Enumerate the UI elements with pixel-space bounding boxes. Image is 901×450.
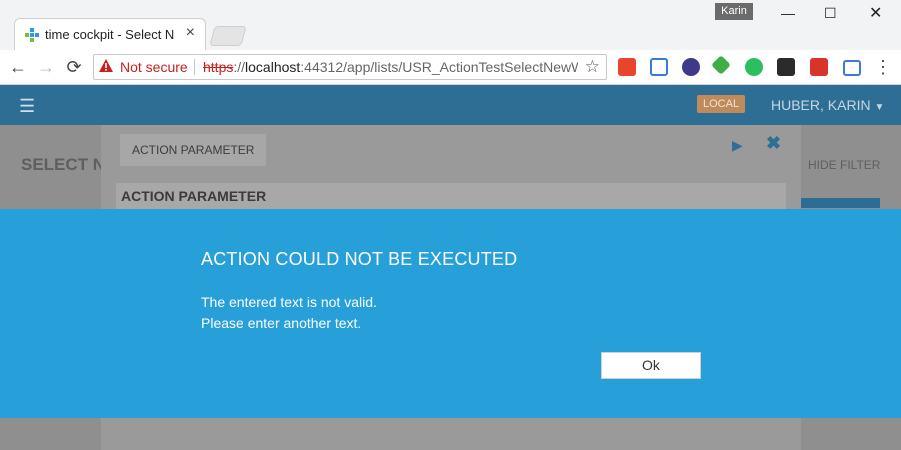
modal-message: The entered text is not valid. Please en… <box>201 292 377 334</box>
new-tab-button[interactable] <box>209 26 247 46</box>
app-header: ☰ LOCAL HUBER, KARIN ▼ <box>0 85 901 125</box>
tampermonkey-extension-icon[interactable] <box>777 58 795 76</box>
url-text[interactable]: https://localhost:44312/app/lists/USR_Ac… <box>203 59 578 75</box>
night-mode-extension-icon[interactable] <box>682 58 700 76</box>
ok-button[interactable]: Ok <box>601 352 701 379</box>
close-window-icon[interactable]: ✕ <box>869 3 882 23</box>
hamburger-menu-icon[interactable]: ☰ <box>19 96 35 117</box>
security-label[interactable]: Not secure <box>120 59 188 75</box>
user-menu[interactable]: HUBER, KARIN ▼ <box>771 97 884 113</box>
evernote-extension-icon[interactable] <box>745 58 763 76</box>
url-separator: :// <box>233 59 246 75</box>
omnibox-divider <box>194 59 195 75</box>
bookmark-star-icon[interactable]: ☆ <box>585 57 600 77</box>
error-modal: ACTION COULD NOT BE EXECUTED The entered… <box>0 209 901 418</box>
profile-badge[interactable]: Karin <box>715 3 753 20</box>
warning-icon <box>99 59 113 72</box>
feedly-extension-icon[interactable] <box>711 55 731 75</box>
section-header: ACTION PARAMETER <box>116 183 786 210</box>
dialog-tab[interactable]: ACTION PARAMETER <box>120 134 267 166</box>
todoist-extension-icon[interactable] <box>810 58 828 76</box>
url-path: :44312/app/lists/USR_ActionTestSelectNew… <box>300 59 578 75</box>
modal-message-line-1: The entered text is not valid. <box>201 294 377 310</box>
run-icon[interactable]: ▶ <box>732 137 743 154</box>
bookmark-extension-icon[interactable] <box>650 58 668 76</box>
modal-message-line-2: Please enter another text. <box>201 315 362 331</box>
close-tab-icon[interactable]: × <box>186 24 195 42</box>
close-dialog-icon[interactable]: ✖ <box>766 133 781 154</box>
back-icon[interactable]: ← <box>7 56 29 78</box>
tab-title: time cockpit - Select Nev <box>45 27 175 42</box>
forward-icon[interactable]: → <box>35 56 57 78</box>
browser-tabstrip: time cockpit - Select Nev × Karin — ☐ ✕ <box>0 0 901 51</box>
url-host: localhost <box>245 59 301 75</box>
filter-action-button[interactable] <box>801 198 880 208</box>
screenshot-extension-icon[interactable] <box>843 60 861 76</box>
minimize-icon[interactable]: — <box>781 5 795 21</box>
browser-tab[interactable]: time cockpit - Select Nev × <box>14 18 206 50</box>
address-bar[interactable]: Not secure https://localhost:44312/app/l… <box>93 54 607 80</box>
modal-title: ACTION COULD NOT BE EXECUTED <box>201 249 518 269</box>
hide-filter-button[interactable]: HIDE FILTER <box>808 158 880 172</box>
maximize-icon[interactable]: ☐ <box>824 5 837 22</box>
url-scheme: https <box>203 59 234 75</box>
reload-icon[interactable]: ⟳ <box>63 56 85 78</box>
menu-icon[interactable]: ⋮ <box>872 56 894 78</box>
browser-toolbar: ← → ⟳ Not secure https://localhost:44312… <box>0 50 901 85</box>
environment-badge: LOCAL <box>697 95 746 113</box>
chevron-down-icon: ▼ <box>874 102 885 113</box>
office-extension-icon[interactable] <box>618 58 636 76</box>
user-name: HUBER, KARIN <box>771 97 871 113</box>
time-cockpit-favicon-icon <box>25 28 39 42</box>
